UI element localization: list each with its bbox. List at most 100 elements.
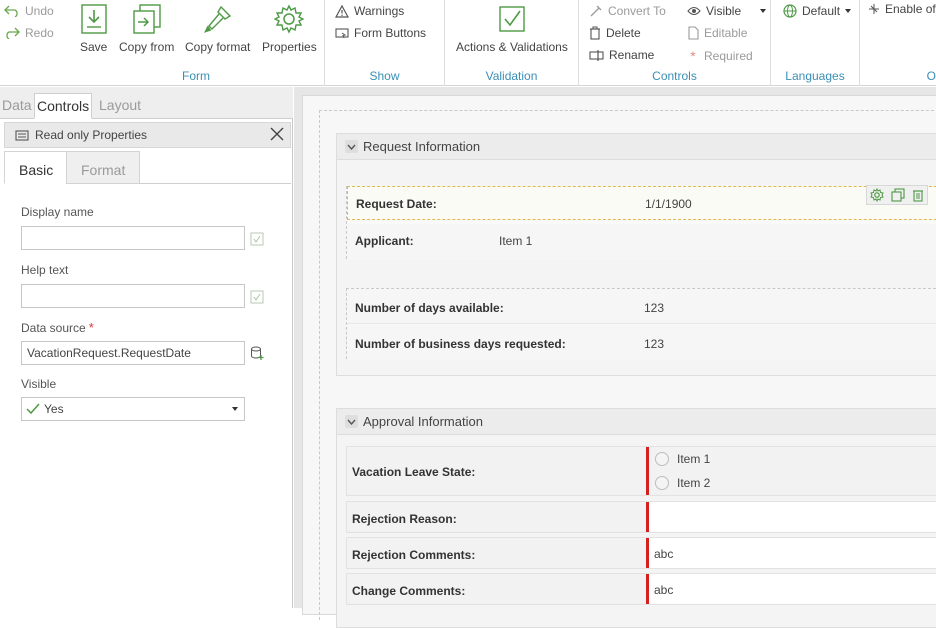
help-text-input[interactable] xyxy=(21,284,245,308)
days-available-row[interactable]: Number of days available: 123 xyxy=(347,289,936,324)
help-text-label: Help text xyxy=(21,263,69,277)
undo-icon xyxy=(4,5,18,17)
undo-button[interactable]: Undo xyxy=(4,4,54,18)
request-date-value: 1/1/1900 xyxy=(645,197,692,211)
save-icon xyxy=(80,4,107,34)
form-buttons-label: Form Buttons xyxy=(354,26,427,40)
form-buttons-icon xyxy=(335,28,349,39)
checkbox-icon xyxy=(499,6,525,32)
properties-label: Properties xyxy=(262,40,317,54)
approval-information-section: Approval Information Vacation Leave Stat… xyxy=(336,408,936,628)
tab-controls[interactable]: Controls xyxy=(34,93,93,119)
display-name-input[interactable] xyxy=(21,226,245,250)
enable-label: Enable of xyxy=(885,2,936,16)
enable-icon xyxy=(869,4,879,14)
tab-data[interactable]: Data xyxy=(0,93,34,119)
database-add-icon[interactable] xyxy=(250,346,264,360)
change-comments-label: Change Comments: xyxy=(352,584,466,598)
change-comments-input[interactable]: abc xyxy=(646,574,936,604)
radio-item-2-label: Item 2 xyxy=(677,476,711,490)
request-information-title: Request Information xyxy=(363,139,481,154)
actions-validations-button[interactable]: Actions & Validations xyxy=(456,4,568,54)
trash-icon[interactable] xyxy=(912,188,924,202)
close-icon[interactable] xyxy=(268,125,286,143)
save-button[interactable]: Save xyxy=(80,4,107,54)
radio-item-2[interactable]: Item 2 xyxy=(655,476,710,490)
chevron-down-icon xyxy=(760,9,767,13)
request-table: Request Date: 1/1/1900 Applicant: Item 1 xyxy=(346,185,936,260)
convert-to-button[interactable]: Convert To xyxy=(589,4,666,18)
asterisk-icon: * xyxy=(690,48,696,64)
form-canvas: Request Information Request Date: 1/1/19… xyxy=(294,87,936,628)
convert-icon xyxy=(590,5,602,17)
required-label: Required xyxy=(704,49,753,63)
rejection-comments-row: Rejection Comments: abc xyxy=(346,537,936,569)
enable-button[interactable]: Enable of xyxy=(868,2,936,16)
redo-button[interactable]: Redo xyxy=(4,26,54,40)
rename-button[interactable]: Rename xyxy=(589,48,654,62)
copy-format-label: Copy format xyxy=(185,40,251,54)
other-group-label: O xyxy=(926,69,936,83)
radio-circle[interactable] xyxy=(655,476,669,490)
copy-format-button[interactable]: Copy format xyxy=(185,4,250,54)
tab-format[interactable]: Format xyxy=(66,151,141,184)
applicant-label: Applicant: xyxy=(355,234,414,248)
data-source-label: Data source * xyxy=(21,320,94,335)
rejection-reason-row: Rejection Reason: xyxy=(346,501,936,533)
warning-icon xyxy=(335,4,349,18)
validation-group-label: Validation xyxy=(485,69,538,83)
language-dropdown[interactable]: Default xyxy=(783,4,852,18)
ribbon-group-form: Save Copy from Copy format Properties Fo… xyxy=(68,0,325,86)
data-source-input[interactable] xyxy=(21,341,245,365)
request-date-label: Request Date: xyxy=(356,197,437,211)
left-pane: Data Controls Layout Read only Propertie… xyxy=(0,87,293,608)
copy-from-button[interactable]: Copy from xyxy=(119,4,174,54)
vacation-state-row: Vacation Leave State: Item 1 Item 2 xyxy=(346,446,936,496)
form-buttons-button[interactable]: Form Buttons xyxy=(335,26,426,40)
properties-subtabs: Basic Format xyxy=(4,150,291,184)
applicant-row[interactable]: Applicant: Item 1 xyxy=(347,224,936,260)
change-comments-value: abc xyxy=(654,583,674,597)
properties-panel-icon xyxy=(15,129,29,141)
tab-layout[interactable]: Layout xyxy=(97,93,143,119)
form-page: Request Information Request Date: 1/1/19… xyxy=(302,95,936,628)
properties-button[interactable]: Properties xyxy=(262,4,317,54)
editable-button[interactable]: Editable xyxy=(687,26,747,40)
radio-item-1[interactable]: Item 1 xyxy=(655,452,710,466)
controls-group-label: Controls xyxy=(652,69,697,83)
rejection-comments-label: Rejection Comments: xyxy=(352,548,476,562)
collapse-icon[interactable] xyxy=(345,415,358,428)
control-toolbar xyxy=(866,185,928,205)
required-button[interactable]: * Required xyxy=(687,48,753,64)
approval-information-header[interactable]: Approval Information xyxy=(337,409,936,435)
delete-label: Delete xyxy=(606,26,641,40)
warnings-button[interactable]: Warnings xyxy=(335,4,404,18)
gear-icon[interactable] xyxy=(870,188,885,202)
ribbon-group-show: Warnings Form Buttons Show xyxy=(325,0,445,86)
rejection-comments-value: abc xyxy=(654,547,674,561)
visible-select[interactable]: Yes xyxy=(21,397,245,421)
actions-validations-label: Actions & Validations xyxy=(456,40,568,54)
redo-label: Redo xyxy=(25,26,54,40)
radio-item-1-label: Item 1 xyxy=(677,452,711,466)
undo-label: Undo xyxy=(25,4,54,18)
checkbox-small-icon[interactable] xyxy=(250,232,264,246)
redo-icon xyxy=(6,27,20,39)
business-days-value: 123 xyxy=(644,337,665,351)
paintbrush-icon xyxy=(203,5,231,33)
rejection-reason-label: Rejection Reason: xyxy=(352,512,457,526)
copy-icon[interactable] xyxy=(891,188,905,202)
collapse-icon[interactable] xyxy=(345,140,358,153)
visible-field-label: Visible xyxy=(21,377,57,391)
visible-dropdown[interactable]: Visible xyxy=(687,4,767,18)
request-date-row[interactable]: Request Date: 1/1/1900 xyxy=(347,185,936,220)
rejection-comments-input[interactable]: abc xyxy=(646,538,936,568)
checkbox-small-icon[interactable] xyxy=(250,290,264,304)
request-information-header[interactable]: Request Information xyxy=(337,134,936,160)
delete-button[interactable]: Delete xyxy=(589,26,641,40)
copy-from-label: Copy from xyxy=(119,40,175,54)
business-days-row[interactable]: Number of business days requested: 123 xyxy=(347,325,936,360)
rejection-reason-input[interactable] xyxy=(646,502,936,532)
tab-basic[interactable]: Basic xyxy=(4,151,69,184)
radio-circle[interactable] xyxy=(655,452,669,466)
